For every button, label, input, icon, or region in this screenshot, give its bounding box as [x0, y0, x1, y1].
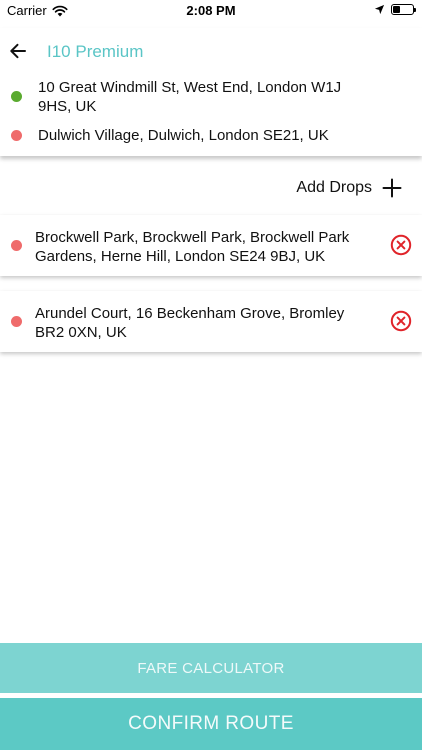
status-right — [374, 4, 416, 15]
fare-calculator-button[interactable]: FARE CALCULATOR — [0, 643, 422, 693]
drop-address: Brockwell Park, Brockwell Park, Brockwel… — [35, 229, 350, 265]
pickup-dot — [11, 91, 22, 102]
arrow-left-icon[interactable] — [8, 41, 28, 61]
destination-address: Dulwich Village, Dulwich, London SE21, U… — [38, 127, 329, 144]
vehicle-title: I10 Premium — [47, 42, 144, 61]
plus-icon — [382, 178, 402, 198]
pickup-address: 10 Great Windmill St, West End, London W… — [38, 79, 342, 115]
trip-route-screen: Carrier 2:08 PM I10 Premium 10 Great Win… — [0, 0, 422, 750]
battery-icon — [391, 4, 416, 15]
battery-cap — [414, 8, 416, 12]
route-card: I10 Premium 10 Great Windmill St, West E… — [0, 28, 422, 156]
status-bar: Carrier 2:08 PM — [0, 0, 422, 22]
add-drops-label: Add Drops — [296, 179, 372, 196]
location-arrow-icon — [374, 4, 385, 15]
drop-dot — [11, 316, 22, 327]
remove-circle-x-icon[interactable] — [390, 310, 412, 332]
battery-fill — [393, 6, 400, 13]
drop-item: Arundel Court, 16 Beckenham Grove, Broml… — [0, 291, 422, 352]
drop-item: Brockwell Park, Brockwell Park, Brockwel… — [0, 215, 422, 276]
destination-dot — [11, 130, 22, 141]
status-time: 2:08 PM — [186, 3, 236, 18]
drop-address: Arundel Court, 16 Beckenham Grove, Broml… — [35, 305, 345, 341]
drop-dot — [11, 240, 22, 251]
confirm-route-button[interactable]: CONFIRM ROUTE — [0, 698, 422, 750]
destination-address-row[interactable]: Dulwich Village, Dulwich, London SE21, U… — [0, 126, 422, 145]
header-row: I10 Premium — [0, 28, 422, 74]
add-drops-button[interactable]: Add Drops — [296, 177, 402, 199]
remove-circle-x-icon[interactable] — [390, 234, 412, 256]
pickup-address-row[interactable]: 10 Great Windmill St, West End, London W… — [0, 78, 422, 116]
